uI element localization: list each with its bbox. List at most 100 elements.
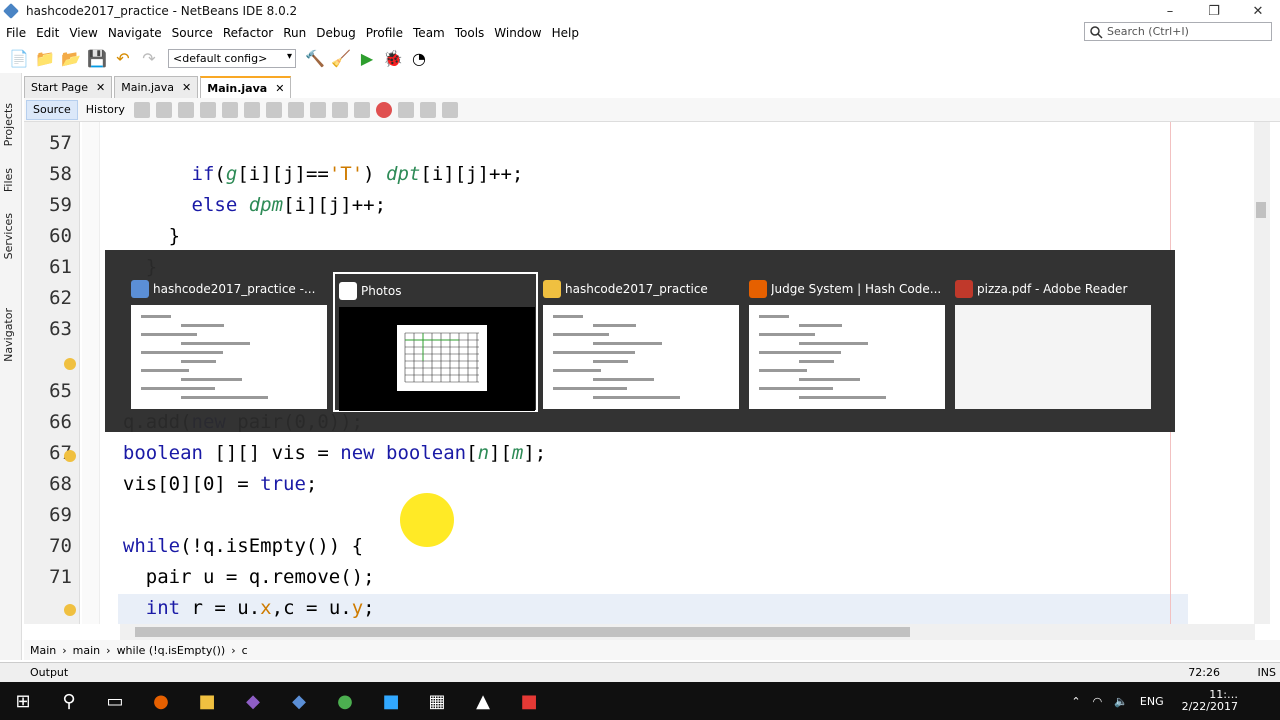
pdf-icon[interactable]: ■ [506, 682, 552, 720]
find-next-icon[interactable] [243, 101, 260, 118]
tab-services[interactable]: Services [2, 213, 15, 259]
tab-main-java-1[interactable]: Main.java ✕ [114, 76, 199, 98]
output-tab[interactable]: Output [30, 666, 68, 679]
switcher-window[interactable]: Judge System | Hash Code... [745, 272, 950, 412]
forward-icon[interactable] [177, 101, 194, 118]
minimize-button[interactable]: – [1148, 0, 1192, 22]
switcher-window[interactable]: Photos [333, 272, 538, 412]
close-icon[interactable]: ✕ [275, 82, 284, 95]
output-bar: Output 72:26 INS [0, 662, 1280, 682]
build-icon[interactable]: 🔨 [304, 47, 326, 69]
close-button[interactable]: ✕ [1236, 0, 1280, 22]
back-icon[interactable] [155, 101, 172, 118]
menu-file[interactable]: File [2, 26, 30, 40]
shift-left-icon[interactable] [331, 101, 348, 118]
xbox-icon[interactable]: ● [322, 682, 368, 720]
breadcrumb-item[interactable]: c [242, 644, 248, 657]
breadcrumb-item[interactable]: Main [30, 644, 56, 657]
close-icon[interactable]: ✕ [182, 81, 191, 94]
profile-icon[interactable]: ◔ [408, 47, 430, 69]
last-edit-icon[interactable] [133, 101, 150, 118]
open-project-icon[interactable]: 📂 [60, 47, 82, 69]
visual-studio-icon[interactable]: ◆ [230, 682, 276, 720]
code-line[interactable]: boolean [][] vis = new boolean[n][m]; [100, 442, 546, 464]
photoshop-icon[interactable]: ■ [368, 682, 414, 720]
shift-right-icon[interactable] [353, 101, 370, 118]
code-line[interactable]: pair u = q.remove(); [100, 566, 375, 588]
tab-start-page[interactable]: Start Page ✕ [24, 76, 113, 98]
maximize-button[interactable]: ❐ [1192, 0, 1236, 22]
scroll-thumb[interactable] [135, 627, 910, 637]
task-view-icon[interactable]: ▭ [92, 682, 138, 720]
next-bookmark-icon[interactable] [309, 101, 326, 118]
clean-build-icon[interactable]: 🧹 [330, 47, 352, 69]
clock[interactable]: 11:… 2/22/2017 [1176, 689, 1244, 713]
debug-icon[interactable]: 🐞 [382, 47, 404, 69]
breadcrumb-item[interactable]: while (!q.isEmpty()) [117, 644, 226, 657]
hint-bulb-icon[interactable] [64, 604, 76, 616]
menu-view[interactable]: View [65, 26, 101, 40]
photos-icon[interactable]: ▲ [460, 682, 506, 720]
menu-run[interactable]: Run [279, 26, 310, 40]
switcher-window[interactable]: hashcode2017_practice [539, 272, 744, 412]
save-all-icon[interactable]: 💾 [86, 47, 108, 69]
language-indicator[interactable]: ENG [1140, 695, 1164, 708]
run-icon[interactable]: ▶ [356, 47, 378, 69]
tab-files[interactable]: Files [2, 168, 15, 192]
find-icon[interactable] [199, 101, 216, 118]
uncomment-icon[interactable] [441, 101, 458, 118]
config-dropdown[interactable]: <default config> [168, 48, 296, 68]
volume-icon[interactable]: 🔈 [1114, 695, 1128, 708]
new-project-icon[interactable]: 📁 [34, 47, 56, 69]
vertical-scrollbar[interactable] [1254, 122, 1270, 624]
source-tab[interactable]: Source [26, 99, 78, 120]
tab-projects[interactable]: Projects [2, 103, 15, 146]
code-token: dpm [248, 194, 284, 216]
menu-help[interactable]: Help [548, 26, 583, 40]
menu-window[interactable]: Window [490, 26, 545, 40]
stop-macro-icon[interactable] [397, 101, 414, 118]
breadcrumb-item[interactable]: main [73, 644, 100, 657]
toggle-highlight-icon[interactable] [265, 101, 282, 118]
start-icon[interactable]: ⊞ [0, 682, 46, 720]
hint-bulb-icon[interactable] [64, 358, 76, 370]
switcher-window[interactable]: pizza.pdf - Adobe Reader [951, 272, 1156, 412]
tab-navigator[interactable]: Navigator [2, 308, 15, 362]
comment-icon[interactable] [419, 101, 436, 118]
code-line[interactable]: int r = u.x,c = u.y; [100, 597, 375, 619]
search-input[interactable]: Search (Ctrl+I) [1084, 22, 1272, 41]
start-macro-icon[interactable] [375, 101, 392, 118]
file-explorer-icon[interactable]: ■ [184, 682, 230, 720]
find-previous-icon[interactable] [221, 101, 238, 118]
menu-refactor[interactable]: Refactor [219, 26, 277, 40]
previous-bookmark-icon[interactable] [287, 101, 304, 118]
search-icon[interactable]: ⚲ [46, 682, 92, 720]
horizontal-scrollbar[interactable] [120, 624, 1255, 640]
menu-source[interactable]: Source [168, 26, 217, 40]
switcher-window[interactable]: hashcode2017_practice -... [127, 272, 332, 412]
media-icon[interactable]: ▦ [414, 682, 460, 720]
code-line[interactable]: else dpm[i][j]++; [100, 194, 387, 216]
menu-navigate[interactable]: Navigate [104, 26, 166, 40]
code-line[interactable]: while(!q.isEmpty()) { [100, 535, 363, 557]
chevron-up-icon[interactable]: ⌃ [1071, 695, 1080, 708]
menu-team[interactable]: Team [409, 26, 449, 40]
new-file-icon[interactable]: 📄 [8, 47, 30, 69]
network-icon[interactable]: ◠ [1093, 695, 1103, 708]
firefox-icon[interactable]: ● [138, 682, 184, 720]
code-line[interactable]: } [100, 225, 180, 247]
netbeans-icon[interactable]: ◆ [276, 682, 322, 720]
history-tab[interactable]: History [80, 100, 131, 120]
menu-edit[interactable]: Edit [32, 26, 63, 40]
redo-icon[interactable]: ↷ [138, 47, 160, 69]
tab-main-java-2[interactable]: Main.java ✕ [200, 76, 292, 98]
code-line[interactable]: if(g[i][j]=='T') dpt[i][j]++; [100, 163, 524, 185]
code-line[interactable]: vis[0][0] = true; [100, 473, 318, 495]
undo-icon[interactable]: ↶ [112, 47, 134, 69]
scroll-thumb[interactable] [1256, 202, 1266, 218]
menu-debug[interactable]: Debug [312, 26, 359, 40]
close-icon[interactable]: ✕ [96, 81, 105, 94]
hint-bulb-icon[interactable] [64, 450, 76, 462]
menu-profile[interactable]: Profile [362, 26, 407, 40]
menu-tools[interactable]: Tools [451, 26, 489, 40]
